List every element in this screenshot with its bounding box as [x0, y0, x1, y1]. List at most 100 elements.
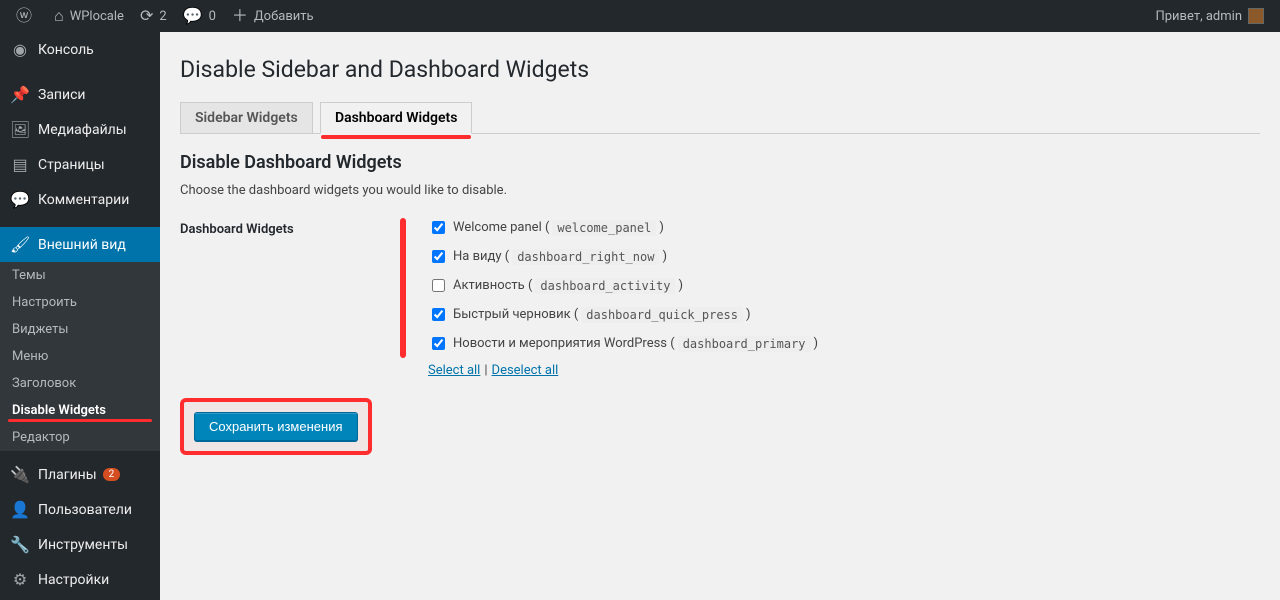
highlight-marker: [8, 419, 152, 422]
dashboard-icon: ◉: [10, 40, 30, 59]
widget-checkbox[interactable]: [432, 308, 445, 321]
paren-close: ): [814, 336, 819, 351]
tab-dashboard-widgets-label: Dashboard Widgets: [335, 110, 457, 126]
menu-posts[interactable]: 📌Записи: [0, 77, 160, 112]
page-title: Disable Sidebar and Dashboard Widgets: [180, 56, 1260, 83]
menu-dashboard-label: Консоль: [38, 42, 94, 58]
sub-header[interactable]: Заголовок: [0, 370, 160, 397]
page-icon: ▤: [10, 155, 30, 174]
comment-icon: 💬: [183, 8, 203, 24]
plugins-badge: 2: [103, 468, 121, 481]
plugin-icon: 🔌: [10, 465, 30, 484]
separator: |: [484, 363, 487, 378]
account-link[interactable]: Привет, admin: [1147, 0, 1272, 32]
menu-comments[interactable]: 💬 Комментарии: [0, 182, 160, 217]
widget-checkbox-row[interactable]: Активность ( dashboard_activity ): [428, 276, 1260, 295]
select-all-link[interactable]: Select all: [428, 363, 480, 378]
menu-appearance[interactable]: 🖌 Внешний вид: [0, 227, 160, 262]
paren-close: ): [659, 220, 664, 235]
save-button[interactable]: Сохранить изменения: [194, 412, 358, 441]
widget-checkbox[interactable]: [432, 250, 445, 263]
menu-plugins-label: Плагины: [38, 467, 97, 483]
widget-code: dashboard_activity: [535, 278, 675, 294]
comments-count: 0: [209, 9, 216, 24]
greeting: Привет, admin: [1155, 9, 1242, 24]
updates-link[interactable]: ⟳2: [132, 0, 175, 32]
updates-count: 2: [159, 9, 166, 24]
submit-highlight: Сохранить изменения: [180, 398, 372, 455]
sub-disable-widgets-label: Disable Widgets: [12, 403, 106, 418]
row-value: Welcome panel ( welcome_panel )На виду (…: [400, 218, 1260, 378]
sub-widgets[interactable]: Виджеты: [0, 316, 160, 343]
menu-dashboard[interactable]: ◉ Консоль: [0, 32, 160, 67]
menu-users[interactable]: 👤 Пользователи: [0, 492, 160, 527]
menu-media[interactable]: 🖼 Медиафайлы: [0, 112, 160, 147]
submenu-appearance: Темы Настроить Виджеты Меню Заголовок Di…: [0, 262, 160, 451]
sub-menus[interactable]: Меню: [0, 343, 160, 370]
menu-pages-label: Страницы: [38, 157, 105, 173]
sub-themes[interactable]: Темы: [0, 262, 160, 289]
widget-code: dashboard_primary: [678, 336, 811, 352]
tab-nav: Sidebar Widgets Dashboard Widgets: [180, 101, 1260, 134]
admin-menu: ◉ Консоль 📌Записи 🖼 Медиафайлы ▤ Страницы 💬…: [0, 32, 160, 600]
widget-checkbox-row[interactable]: Быстрый черновик ( dashboard_quick_press…: [428, 305, 1260, 324]
users-icon: 👤: [10, 500, 30, 519]
tools-icon: 🔧: [10, 535, 30, 554]
select-links: Select all | Deselect all: [428, 363, 1260, 378]
section-description: Choose the dashboard widgets you would l…: [180, 183, 1260, 198]
menu-settings-label: Настройки: [38, 572, 109, 588]
update-icon: ⟳: [140, 8, 153, 24]
add-new-label: Добавить: [254, 9, 314, 24]
menu-comments-label: Комментарии: [38, 192, 129, 208]
home-icon: ⌂: [54, 8, 64, 24]
menu-tools[interactable]: 🔧 Инструменты: [0, 527, 160, 562]
widget-label: Welcome panel (: [453, 220, 549, 235]
widget-checkbox[interactable]: [432, 279, 445, 292]
widget-checkbox-row[interactable]: На виду ( dashboard_right_now ): [428, 247, 1260, 266]
menu-posts-label: Записи: [38, 87, 86, 103]
site-name-link[interactable]: ⌂ WPlocale: [46, 0, 132, 32]
wp-logo[interactable]: ⓦ: [8, 0, 46, 32]
menu-appearance-label: Внешний вид: [38, 237, 126, 253]
comments-link[interactable]: 💬0: [175, 0, 224, 32]
admin-bar: ⓦ ⌂WPlocale ⟳2 💬0 ＋Добавить Привет, admi…: [0, 0, 1280, 32]
widget-label: На виду (: [453, 249, 509, 264]
wordpress-icon: ⓦ: [16, 8, 32, 24]
widget-code: dashboard_right_now: [512, 249, 659, 265]
tab-dashboard-widgets[interactable]: Dashboard Widgets: [320, 102, 472, 134]
menu-users-label: Пользователи: [38, 502, 132, 518]
sub-customize[interactable]: Настроить: [0, 289, 160, 316]
site-name: WPlocale: [70, 9, 124, 24]
sub-disable-widgets[interactable]: Disable Widgets: [0, 397, 160, 424]
paren-close: ): [678, 278, 683, 293]
plus-icon: ＋: [232, 8, 248, 24]
appearance-icon: 🖌: [10, 235, 30, 254]
tab-sidebar-widgets[interactable]: Sidebar Widgets: [180, 102, 313, 133]
widget-checkbox-row[interactable]: Новости и мероприятия WordPress ( dashbo…: [428, 334, 1260, 353]
form-row-dashboard-widgets: Dashboard Widgets Welcome panel ( welcom…: [180, 218, 1260, 378]
widget-checkbox-row[interactable]: Welcome panel ( welcome_panel ): [428, 218, 1260, 237]
add-new-link[interactable]: ＋ Добавить: [224, 0, 322, 32]
widget-code: welcome_panel: [552, 220, 656, 236]
menu-tools-label: Инструменты: [38, 537, 128, 553]
row-label: Dashboard Widgets: [180, 218, 400, 237]
menu-settings[interactable]: ⚙ Настройки: [0, 562, 160, 597]
avatar: [1248, 8, 1264, 24]
menu-pages[interactable]: ▤ Страницы: [0, 147, 160, 182]
media-icon: 🖼: [10, 120, 30, 139]
paren-close: ): [662, 249, 667, 264]
menu-plugins[interactable]: 🔌 Плагины 2: [0, 457, 160, 492]
section-title: Disable Dashboard Widgets: [180, 152, 1260, 173]
menu-media-label: Медиафайлы: [38, 122, 127, 138]
main-content: Disable Sidebar and Dashboard Widgets Si…: [160, 32, 1280, 600]
widget-label: Новости и мероприятия WordPress (: [453, 336, 675, 351]
paren-close: ): [746, 307, 751, 322]
deselect-all-link[interactable]: Deselect all: [492, 363, 559, 378]
widget-checkbox[interactable]: [432, 221, 445, 234]
settings-icon: ⚙: [10, 570, 30, 589]
comment-icon: 💬: [10, 190, 30, 209]
highlight-marker: [321, 135, 471, 139]
sub-editor[interactable]: Редактор: [0, 424, 160, 451]
highlight-marker: [400, 218, 406, 358]
widget-checkbox[interactable]: [432, 337, 445, 350]
